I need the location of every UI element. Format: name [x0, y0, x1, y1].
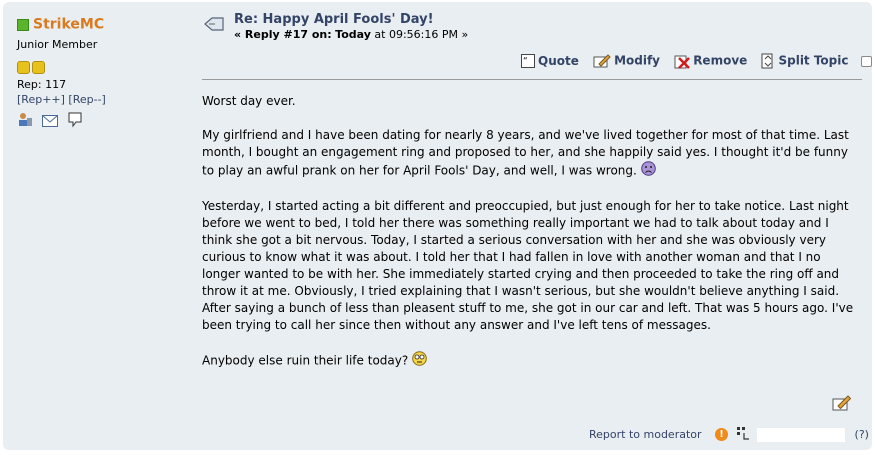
- body-paragraph: Anybody else ruin their life today?: [202, 351, 857, 371]
- remove-icon: [674, 55, 691, 69]
- online-status-icon: [17, 18, 29, 31]
- reply-time: at 09:56:16 PM »: [374, 28, 469, 41]
- personal-message-icon[interactable]: [67, 112, 83, 132]
- email-icon[interactable]: [42, 112, 59, 131]
- member-stars: [17, 59, 187, 74]
- header-divider: [202, 79, 862, 80]
- inline-modify-icon[interactable]: [832, 394, 852, 416]
- ip-address-box: [757, 427, 846, 442]
- body-paragraph: Worst day ever.: [202, 94, 296, 108]
- post-container: StrikeMC Junior Member Rep: 117 [Rep++] …: [3, 2, 872, 450]
- modify-icon: [593, 54, 611, 68]
- poster-info: StrikeMC Junior Member Rep: 117 [Rep++] …: [17, 14, 187, 129]
- post-buttons: “Quote Modify Remove Split Topic: [521, 53, 872, 69]
- star-icon: [17, 61, 30, 74]
- svg-text:“: “: [523, 56, 528, 64]
- warning-icon: !: [715, 428, 729, 441]
- dazed-smiley-icon: [412, 351, 428, 371]
- body-paragraph: My girlfriend and I have been dating for…: [202, 127, 857, 181]
- poster-name-link[interactable]: StrikeMC: [33, 17, 104, 33]
- rep-links: [Rep++] [Rep--]: [17, 93, 187, 106]
- rep-minus-link[interactable]: [Rep--]: [68, 93, 105, 106]
- post-footer: Report to moderator ! (?): [589, 426, 869, 443]
- reply-day: Today: [335, 28, 371, 41]
- report-to-moderator-link[interactable]: Report to moderator: [589, 428, 702, 441]
- split-icon: [761, 53, 773, 69]
- quote-icon: “: [521, 54, 535, 69]
- profile-icons: [17, 111, 187, 129]
- sad-smiley-icon: [641, 161, 656, 181]
- star-icon: [32, 61, 45, 74]
- post-body: Worst day ever. My girlfriend and I have…: [202, 93, 857, 388]
- reply-number: « Reply #17 on:: [234, 28, 332, 41]
- rep-plus-link[interactable]: [Rep++]: [17, 93, 65, 106]
- split-topic-button[interactable]: Split Topic: [761, 53, 849, 69]
- xx-post-icon: [203, 16, 225, 38]
- post-header: Re: Happy April Fools' Day! « Reply #17 …: [203, 11, 863, 47]
- quote-button[interactable]: “Quote: [521, 54, 579, 69]
- modify-button[interactable]: Modify: [593, 53, 660, 69]
- select-post-checkbox[interactable]: [860, 55, 872, 67]
- reputation: Rep: 117: [17, 78, 67, 91]
- member-group: Junior Member: [17, 38, 98, 51]
- ip-help-link[interactable]: (?): [855, 428, 869, 441]
- profile-icon[interactable]: [17, 112, 33, 132]
- reply-info: « Reply #17 on: Today at 09:56:16 PM »: [234, 28, 468, 41]
- body-paragraph: Yesterday, I started acting a bit differ…: [202, 199, 854, 332]
- post-subject-link[interactable]: Re: Happy April Fools' Day!: [234, 12, 434, 27]
- ip-logged-icon: [736, 426, 750, 443]
- remove-button[interactable]: Remove: [674, 53, 747, 69]
